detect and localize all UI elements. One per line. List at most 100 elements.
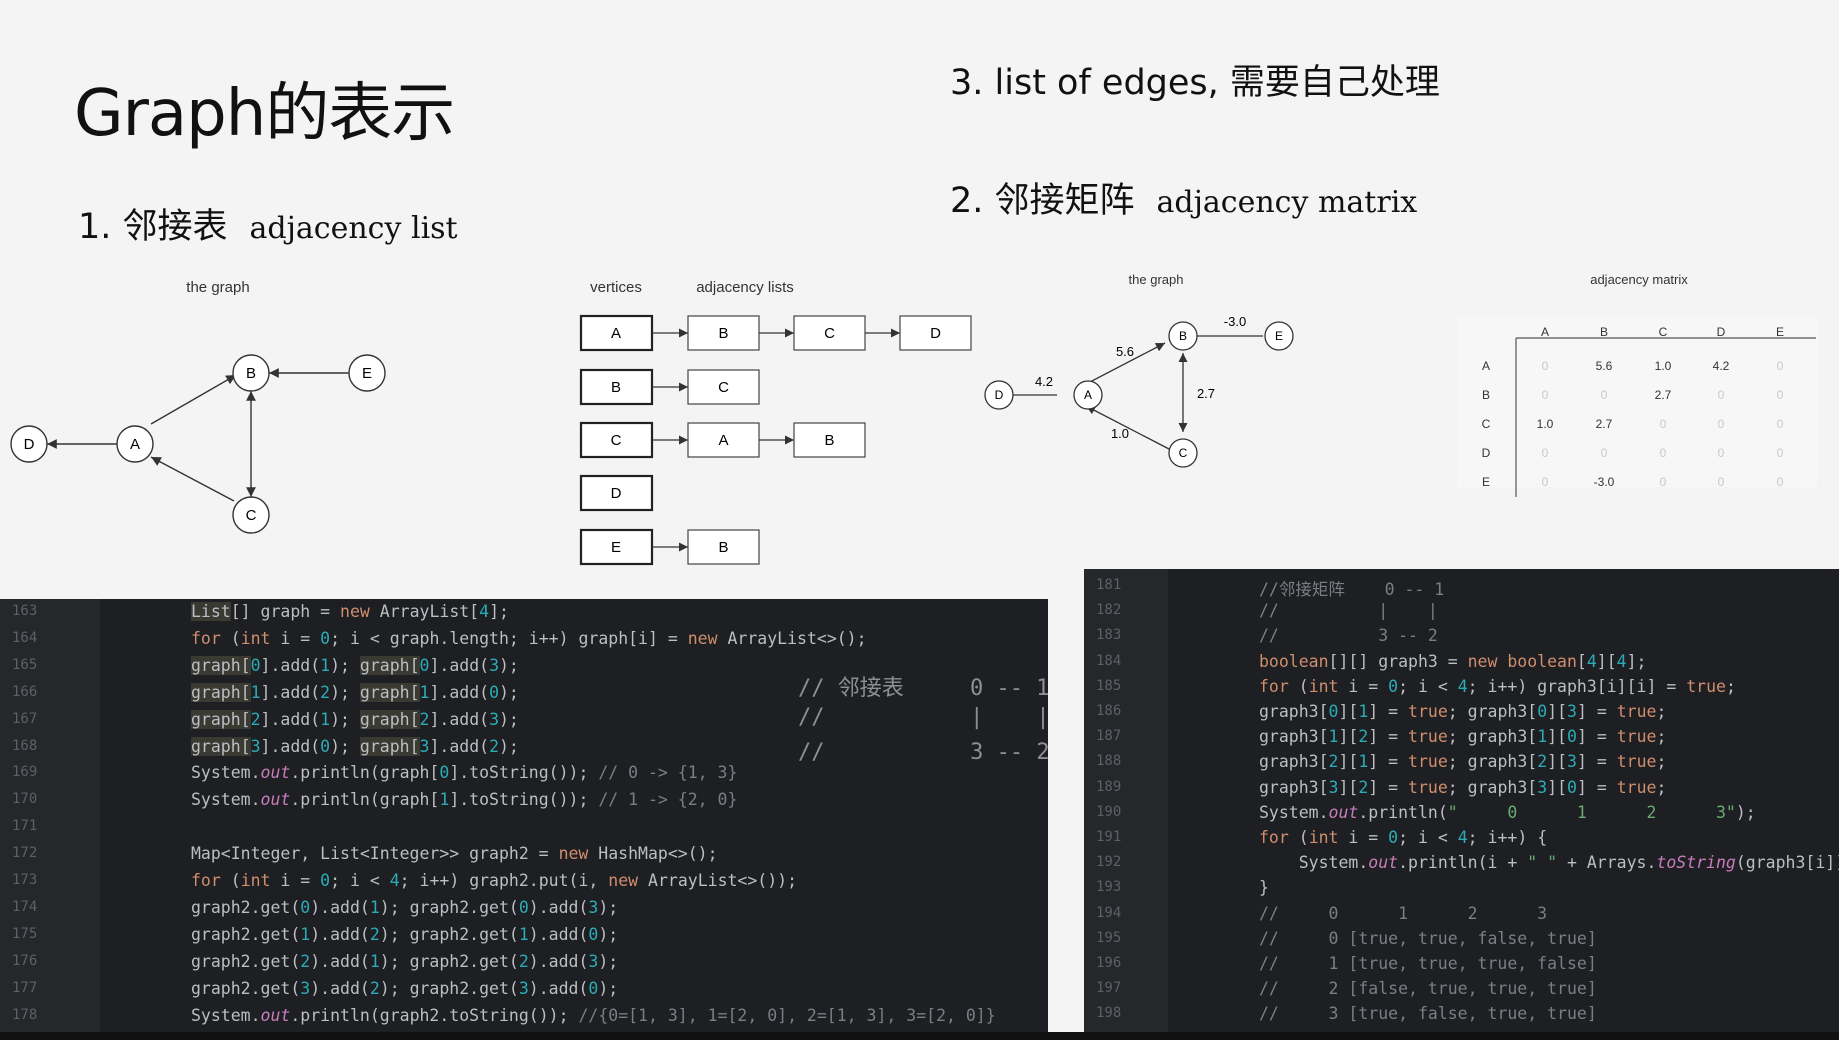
code-line[interactable]: 178 System.out.println(graph2.toString())… [0, 1004, 1048, 1030]
code-line[interactable]: 190 System.out.println(" 0 1 2 3"); [1084, 801, 1839, 827]
code-line[interactable]: 184 boolean[][] graph3 = new boolean[4][4… [1084, 650, 1839, 676]
code-token: ; i++) { [1467, 828, 1548, 847]
code-token: 0 [320, 628, 331, 648]
code-token: graph2.get( [191, 978, 301, 998]
matrix-cell: 1.0 [1537, 417, 1554, 431]
code-line[interactable]: 194 // 0 1 2 3 [1084, 902, 1839, 928]
code-line[interactable]: 175 graph2.get(1).add(2); graph2.get(1).a… [0, 923, 1048, 949]
code-line[interactable]: 192 System.out.println(i + " " + Arrays.… [1084, 851, 1839, 877]
matrix-cell: 0 [1718, 475, 1725, 489]
code-token: 0 [419, 655, 430, 675]
code-line[interactable]: 163 List[] graph = new ArrayList[4]; [0, 600, 1048, 626]
side-comment-line-1: // 邻接表 0 -- 1 [798, 676, 1048, 701]
code-token: //{0=[1, 3], 1=[2, 0], 2=[1, 3], 3=[2, 0… [578, 1005, 996, 1025]
code-token: ; graph3[ [1447, 727, 1538, 747]
code-token: out [260, 1005, 291, 1025]
code-token: " " [1527, 853, 1558, 873]
list-node-label: C [718, 379, 729, 396]
code-token: graph[ [191, 709, 251, 729]
adjacency-lists-header: adjacency lists [696, 279, 794, 296]
code-token: 0 [489, 682, 499, 702]
code-token: 2 [419, 709, 430, 729]
code-token: 3 [489, 709, 499, 729]
code-token: ] = [1368, 727, 1409, 747]
code-token: 0 [1388, 676, 1399, 696]
code-line[interactable]: 196 // 1 [true, true, true, false] [1084, 952, 1839, 978]
code-token: // | | [1259, 601, 1438, 621]
code-token: true [1408, 702, 1448, 721]
code-line[interactable]: 182 // | | [1084, 599, 1839, 625]
vertex-label: D [611, 485, 622, 502]
code-editor-left[interactable]: 163 List[] graph = new ArrayList[4]; 164 fo… [0, 599, 1048, 1032]
code-token: graph2.get( [191, 897, 301, 917]
code-line[interactable]: 183 // 3 -- 2 [1084, 624, 1839, 650]
code-token: graph2.get( [191, 924, 301, 944]
code-line[interactable]: 186 graph3[0][1] = true; graph3[0][3] = t… [1084, 700, 1839, 726]
code-token: ] = [1576, 702, 1617, 721]
matrix-caption: adjacency matrix [1590, 272, 1688, 287]
wnode-c-label: C [1179, 446, 1188, 460]
vertex-label: B [611, 379, 621, 396]
matrix-cell: 0 [1542, 388, 1549, 402]
code-token: 3 [1567, 702, 1577, 721]
code-text: // 3 -- 2 [1259, 626, 1438, 645]
matrix-cell: 2.7 [1596, 417, 1613, 431]
list-node-label: B [718, 539, 728, 556]
code-line[interactable]: 189 graph3[3][2] = true; graph3[3][0] = t… [1084, 776, 1839, 802]
code-line[interactable]: 181 //邻接矩阵 0 -- 1 [1084, 574, 1839, 600]
code-line[interactable]: 187 graph3[1][2] = true; graph3[1][0] = t… [1084, 725, 1839, 751]
code-token: [] graph = [230, 602, 341, 621]
code-line[interactable]: 185 for (int i = 0; i < 4; i++) graph3[i]… [1084, 675, 1839, 701]
code-token: ).add( [528, 924, 589, 944]
line-number: 189 [1096, 778, 1122, 795]
code-token: ].add( [260, 736, 321, 756]
code-token: 0 [588, 924, 599, 944]
code-token: 4 [1586, 651, 1597, 671]
code-line[interactable]: 170 System.out.println(graph[1].toString(… [0, 788, 1048, 814]
code-text: System.out.println(" 0 1 2 3"); [1259, 803, 1756, 822]
code-line[interactable]: 171 [0, 815, 1048, 841]
code-line[interactable]: 174 graph2.get(0).add(1); graph2.get(0).a… [0, 896, 1048, 922]
code-token: int [1308, 828, 1339, 847]
code-token: 1 [419, 682, 430, 702]
code-line[interactable]: 188 graph3[2][1] = true; graph3[2][3] = t… [1084, 750, 1839, 776]
code-line[interactable]: 197 // 2 [false, true, true, true] [1084, 977, 1839, 1003]
matrix-cell: 1.0 [1655, 359, 1672, 373]
code-token: ); [598, 897, 619, 917]
matrix-row-header: D [1482, 446, 1491, 460]
node-a: A [116, 425, 154, 463]
side-comment-line-3: // 3 -- 2 [798, 740, 1048, 765]
code-token: true [1686, 676, 1726, 696]
adjacency-row: CAB [579, 421, 866, 459]
code-line[interactable]: 195 // 0 [true, true, false, true] [1084, 927, 1839, 953]
adjacency-row: BC [579, 368, 760, 406]
line-number: 193 [1096, 879, 1122, 896]
code-text: for (int i = 0; i < graph.length; i++) g… [191, 629, 867, 648]
code-line[interactable]: 198 // 3 [true, false, true, true] [1084, 1002, 1839, 1028]
code-token: ; [1656, 752, 1667, 772]
code-line[interactable]: 169 System.out.println(graph[0].toString(… [0, 761, 1048, 787]
code-line[interactable]: 164 for (int i = 0; i < graph.length; i++… [0, 627, 1048, 653]
code-token: 2 [1358, 777, 1369, 797]
code-token: ); [598, 924, 619, 944]
code-token: 4 [1616, 651, 1627, 671]
code-token: 3 [1567, 752, 1577, 772]
code-line[interactable]: 191 for (int i = 0; i < 4; i++) { [1084, 826, 1839, 852]
code-editor-right[interactable]: 181 //邻接矩阵 0 -- 1 182 // | | 183 // 3 -- 2 184… [1084, 569, 1839, 1032]
code-token: ][ [1338, 777, 1359, 797]
slide-title: Graph的表示 [74, 77, 455, 151]
code-line[interactable]: 193} [1084, 876, 1839, 902]
code-line[interactable]: 177 graph2.get(3).add(2); graph2.get(3).a… [0, 977, 1048, 1003]
code-token: ; i++) graph3[i][i] = [1467, 676, 1687, 696]
weight-a-b: 5.6 [1116, 344, 1134, 359]
code-line[interactable]: 176 graph2.get(2).add(1); graph2.get(2).a… [0, 950, 1048, 976]
code-token: ArrayList<>()); [638, 871, 798, 890]
code-token: System. [191, 1005, 261, 1025]
code-token: 0 [588, 978, 599, 998]
weight-a-d: 4.2 [1035, 374, 1053, 389]
code-token: true [1408, 752, 1448, 772]
wnode-a-label: A [1084, 388, 1092, 402]
code-line[interactable]: 172 Map<Integer, List<Integer>> graph2 = … [0, 842, 1048, 868]
code-token: 4 [1457, 676, 1468, 696]
code-line[interactable]: 173 for (int i = 0; i < 4; i++) graph2.pu… [0, 869, 1048, 895]
